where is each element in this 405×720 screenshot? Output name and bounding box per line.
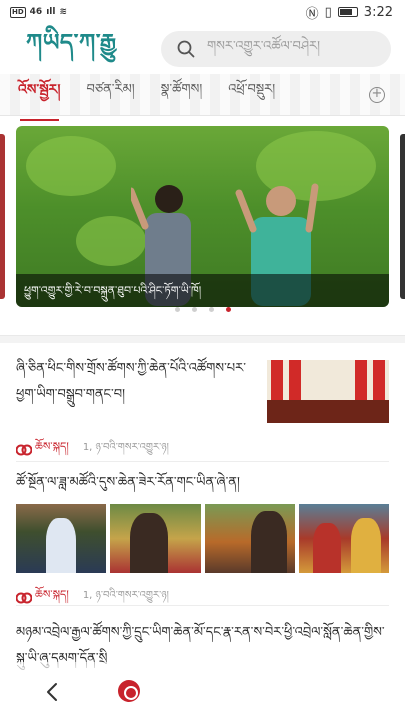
- nfc-icon: Ⓝ: [305, 6, 319, 22]
- banner-caption: ཕྱུག་འགྱུར་གྱི་རེ་བ་བསྐྲུན་ཐུབ་པའི་ཤིང་ཏ…: [16, 274, 389, 307]
- news-thumbnail: [267, 360, 389, 423]
- search-placeholder: གསར་འགྱུར་འཚོལ་བཤེར།: [207, 38, 321, 54]
- source-name: ཆོས་སྐད།: [35, 588, 69, 601]
- banner-carousel[interactable]: ཕྱུག་འགྱུར་གྱི་རེ་བ་བསྐྲུན་ཐུབ་པའི་ཤིང་ཏ…: [16, 126, 389, 307]
- news-image: [298, 504, 389, 573]
- news-source: ཆོས་སྐད།: [16, 582, 69, 613]
- news-meta: ཆོས་སྐད། 1, ཉ་བའི་གསར་འགྱུར་ཉ།: [16, 582, 169, 613]
- news-title: ཚོ་སྔོན་ལ་ཟླ་མཚོའི་དུས་ཆེན་ཟེར་རོན་གང་ཡི…: [16, 475, 240, 490]
- news-item[interactable]: ཞི་ཅིན་ཕིང་གིས་གྲོས་ཚོགས་ཀྱི་ཆེན་པོའི་འཚ…: [16, 352, 389, 462]
- news-image-strip: [16, 504, 389, 573]
- carousel-dot[interactable]: [191, 307, 197, 312]
- source-logo-icon: [16, 444, 32, 455]
- wifi-icon: ≋: [59, 7, 68, 17]
- news-source: ཆོས་སྐད།: [16, 434, 69, 465]
- carousel-indicator: [0, 307, 405, 315]
- add-tab-icon[interactable]: +: [369, 87, 385, 103]
- source-name: ཆོས་སྐད།: [35, 440, 69, 453]
- carousel-dot[interactable]: [208, 307, 214, 312]
- tab-variety[interactable]: སྣ་ཚོགས།: [161, 74, 203, 115]
- news-time: 1, ཉ་བའི་གསར་འགྱུར་ཉ།: [82, 441, 169, 453]
- carousel-prev-peek: [0, 134, 5, 299]
- bottom-nav: [0, 662, 405, 720]
- network-type: 46: [29, 7, 43, 17]
- app-header: ཀཡིད་ཀ་རྒྱུ གསར་འགྱུར་འཚོལ་བཤེར།: [0, 26, 405, 72]
- carousel-dot-active[interactable]: [225, 307, 231, 312]
- search-bar[interactable]: གསར་འགྱུར་འཚོལ་བཤེར།: [161, 31, 391, 67]
- news-item[interactable]: ཚོ་སྔོན་ལ་ཟླ་མཚོའི་དུས་ཆེན་ཟེར་རོན་གང་ཡི…: [16, 468, 389, 606]
- signal-icon: ıll: [46, 7, 56, 17]
- carousel-next-peek: [400, 134, 405, 299]
- news-image: [110, 504, 201, 573]
- vibrate-icon: ▯: [324, 4, 332, 20]
- home-logo-icon[interactable]: [118, 680, 140, 702]
- carousel-dot[interactable]: [174, 307, 180, 312]
- tab-recommended[interactable]: འོས་སྦྱོར།: [18, 73, 61, 121]
- status-right: Ⓝ ▯ 3:22: [306, 3, 393, 22]
- news-image: [204, 504, 295, 573]
- tab-ranking[interactable]: བཙན་རིམ།: [87, 74, 135, 115]
- news-title: ཞི་ཅིན་ཕིང་གིས་གྲོས་ཚོགས་ཀྱི་ཆེན་པོའི་འཚ…: [16, 361, 246, 402]
- tab-exchange[interactable]: འཕྲོ་བསྡུར།: [228, 74, 275, 115]
- clock: 3:22: [363, 4, 393, 20]
- category-tabs: འོས་སྦྱོར། བཙན་རིམ། སྣ་ཚོགས། འཕྲོ་བསྡུར།…: [0, 73, 405, 121]
- hd-badge: HD: [10, 6, 26, 18]
- back-arrow-icon[interactable]: [44, 682, 60, 702]
- news-time: 1, ཉ་བའི་གསར་འགྱུར་ཉ།: [82, 589, 169, 601]
- section-divider: [0, 335, 405, 343]
- news-meta: ཆོས་སྐད། 1, ཉ་བའི་གསར་འགྱུར་ཉ།: [16, 434, 169, 465]
- source-logo-icon: [16, 592, 32, 603]
- battery-icon: [337, 7, 358, 17]
- search-icon: [177, 40, 195, 58]
- news-image: [16, 504, 107, 573]
